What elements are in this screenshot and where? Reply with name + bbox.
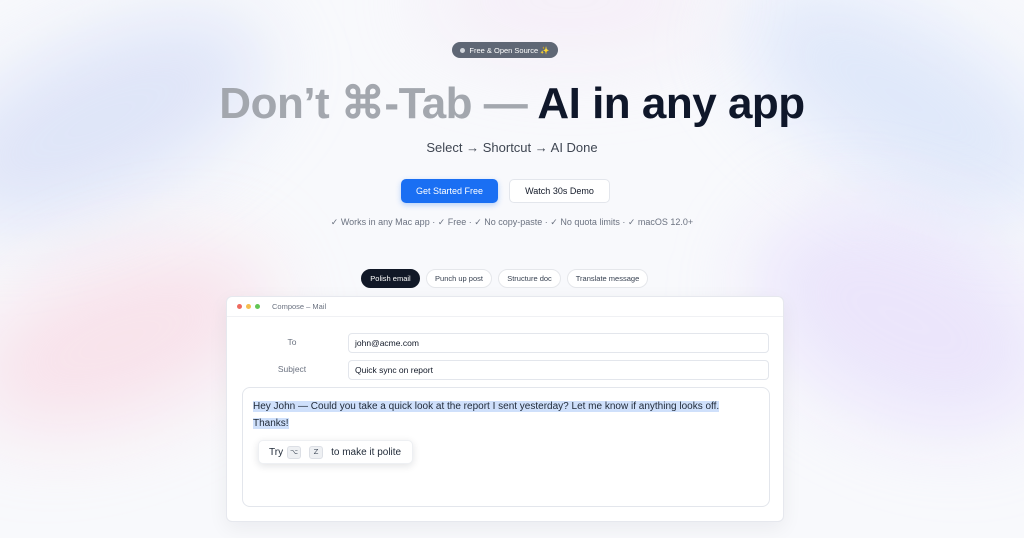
to-label: To: [287, 337, 297, 347]
watch-demo-button[interactable]: Watch 30s Demo: [509, 179, 610, 203]
subject-field[interactable]: Quick sync on report: [348, 360, 769, 380]
to-field[interactable]: john@acme.com: [348, 333, 769, 353]
mail-compose-window: Compose – Mail To john@acme.com Subject …: [226, 296, 784, 522]
chip-translate-message[interactable]: Translate message: [567, 269, 648, 288]
subheadline: Select → Shortcut → AI Done: [426, 140, 598, 155]
headline-muted: Don’t ⌘-Tab —: [219, 79, 538, 128]
chip-polish-email[interactable]: Polish email: [361, 269, 420, 288]
badge-label: Free & Open Source ✨: [469, 45, 550, 55]
chip-structure-doc[interactable]: Structure doc: [498, 269, 561, 288]
subject-label: Subject: [277, 364, 307, 374]
selected-text-line1: Hey John — Could you take a quick look a…: [253, 401, 720, 412]
maximize-window-icon[interactable]: [255, 304, 260, 309]
example-chips: Polish email Punch up post Structure doc…: [361, 269, 648, 288]
option-key-icon: ⌥: [287, 445, 302, 459]
window-title: Compose – Mail: [272, 302, 327, 311]
close-window-icon[interactable]: [237, 304, 242, 309]
chip-punch-up-post[interactable]: Punch up post: [426, 269, 492, 288]
get-started-button[interactable]: Get Started Free: [401, 179, 498, 203]
tooltip-suffix: to make it polite: [331, 446, 402, 458]
selected-text-line2: Thanks!: [253, 418, 289, 429]
shortcut-tooltip: Try ⌥ Z to make it polite: [258, 440, 413, 464]
tooltip-prefix: Try: [269, 446, 284, 458]
feature-list: ✓ Works in any Mac app · ✓ Free · ✓ No c…: [330, 217, 694, 227]
message-text: Hey John — Could you take a quick look a…: [253, 398, 759, 432]
z-key-icon: Z: [309, 445, 324, 459]
open-source-badge: Free & Open Source ✨: [452, 42, 558, 58]
window-titlebar: Compose – Mail: [227, 297, 783, 317]
headline-strong: AI in any app: [537, 79, 805, 128]
dot-icon: [460, 47, 466, 53]
message-body[interactable]: Hey John — Could you take a quick look a…: [242, 387, 770, 507]
hero: Free & Open Source ✨ Don’t ⌘-Tab — AI in…: [0, 0, 1024, 538]
minimize-window-icon[interactable]: [246, 304, 251, 309]
page-title: Don’t ⌘-Tab — AI in any app: [0, 78, 1024, 129]
